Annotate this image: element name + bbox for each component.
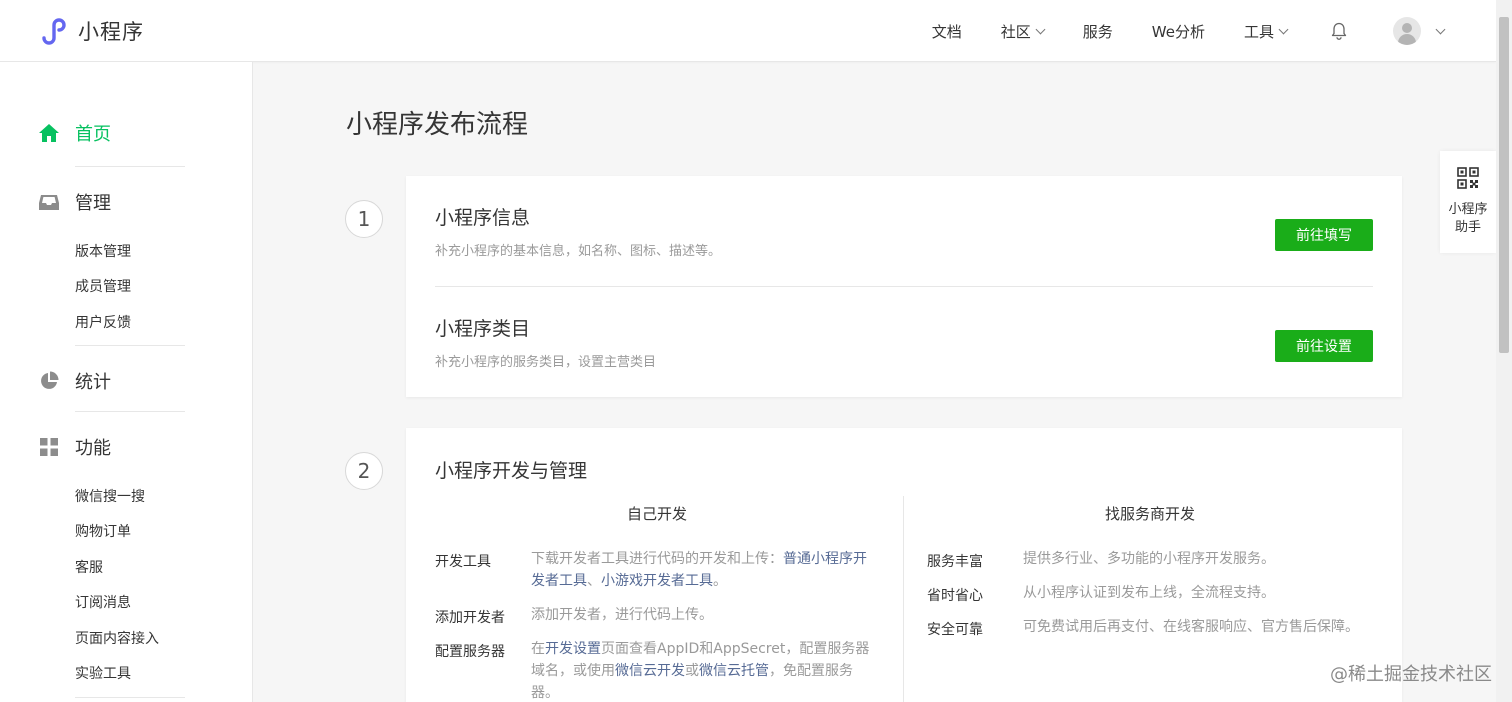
set-category-button[interactable]: 前往设置 — [1275, 330, 1373, 362]
dev-manage-title: 小程序开发与管理 — [435, 460, 588, 482]
provider-save-time-label: 省时省心 — [927, 588, 983, 604]
logo[interactable]: 小程序 — [38, 16, 144, 46]
sidebar-divider — [75, 697, 185, 698]
fill-info-button[interactable]: 前往填写 — [1275, 219, 1373, 251]
mini-game-devtools-link[interactable]: 小游戏开发者工具 — [601, 573, 713, 589]
sidebar-item-features-label: 功能 — [75, 438, 111, 459]
sidebar-item-wechat-search[interactable]: 微信搜一搜 — [75, 486, 145, 506]
sidebar-divider — [75, 166, 185, 167]
provider-secure-desc: 可免费试用后再支付、在线客服响应、官方售后保障。 — [1023, 619, 1359, 635]
chevron-down-icon — [1035, 24, 1046, 34]
chevron-down-icon[interactable] — [1435, 24, 1446, 34]
nav-services-label: 服务 — [1082, 22, 1113, 41]
mini-program-logo-icon — [42, 18, 66, 45]
logo-text: 小程序 — [78, 20, 144, 44]
scrollbar[interactable] — [1496, 0, 1512, 702]
step1-card: 小程序信息 补充小程序的基本信息，如名称、图标、描述等。 前往填写 小程序类目 … — [406, 176, 1402, 397]
sidebar-item-stats[interactable]: 统计 — [38, 368, 111, 394]
sidebar-item-manage-label: 管理 — [75, 193, 111, 214]
sidebar-item-member-manage[interactable]: 成员管理 — [75, 276, 131, 296]
category-title: 小程序类目 — [435, 318, 531, 340]
add-developer-label: 添加开发者 — [435, 610, 505, 626]
info-title: 小程序信息 — [435, 207, 531, 229]
provider-rich-label: 服务丰富 — [927, 554, 983, 570]
wechat-cloud-dev-link[interactable]: 微信云开发 — [615, 663, 685, 679]
step-number-2: 2 — [345, 452, 383, 490]
sidebar-item-features[interactable]: 功能 — [38, 434, 111, 460]
watermark: @稀土掘金技术社区 — [1330, 664, 1492, 685]
nav-community[interactable]: 社区 — [1000, 21, 1046, 42]
nav-services[interactable]: 服务 — [1083, 21, 1113, 42]
page-title: 小程序发布流程 — [346, 110, 529, 140]
sidebar-item-shopping-orders[interactable]: 购物订单 — [75, 521, 131, 541]
nav-tools[interactable]: 工具 — [1243, 21, 1289, 42]
provider-rich-desc: 提供多行业、多功能的小程序开发服务。 — [1023, 551, 1275, 567]
sidebar-item-manage[interactable]: 管理 — [38, 189, 111, 215]
inbox-icon — [38, 191, 60, 213]
config-server-label: 配置服务器 — [435, 644, 505, 660]
nav-we-analytics[interactable]: We分析 — [1152, 21, 1205, 42]
sidebar-item-lab-tools[interactable]: 实验工具 — [75, 663, 131, 683]
scrollbar-thumb[interactable] — [1499, 17, 1509, 353]
sidebar-divider — [75, 345, 185, 346]
assistant-label: 小程序助手 — [1448, 202, 1488, 235]
pie-chart-icon — [38, 370, 60, 392]
qr-code-icon — [1457, 167, 1479, 189]
sidebar-item-customer-service[interactable]: 客服 — [75, 557, 103, 577]
sidebar-item-user-feedback[interactable]: 用户反馈 — [75, 312, 131, 332]
dev-tools-label: 开发工具 — [435, 554, 491, 570]
sidebar: 首页 管理 版本管理 成员管理 用户反馈 统计 功能 微信搜一搜 购物订单 客服… — [0, 62, 253, 702]
category-desc: 补充小程序的服务类目，设置主营类目 — [435, 355, 657, 370]
self-dev-heading: 自己开发 — [626, 505, 687, 523]
add-developer-desc: 添加开发者，进行代码上传。 — [531, 607, 713, 623]
nav-we-analytics-label: We分析 — [1151, 22, 1205, 41]
nav-docs[interactable]: 文档 — [932, 21, 962, 42]
provider-secure-label: 安全可靠 — [927, 622, 983, 638]
provider-save-time-desc: 从小程序认证到发布上线，全流程支持。 — [1023, 585, 1275, 601]
avatar[interactable] — [1393, 17, 1421, 45]
sidebar-item-home[interactable]: 首页 — [38, 120, 111, 146]
server-text-1: 在 — [531, 641, 545, 657]
sidebar-item-subscribe-message[interactable]: 订阅消息 — [75, 592, 131, 612]
nav-community-label: 社区 — [1000, 22, 1031, 41]
card-divider — [435, 286, 1373, 287]
grid-icon — [38, 436, 60, 458]
step-number-1: 1 — [345, 200, 383, 238]
top-header: 小程序 文档 社区 服务 We分析 工具 — [0, 0, 1496, 62]
config-server-desc: 在开发设置页面查看AppID和AppSecret，配置服务器域名，或使用微信云开… — [531, 638, 876, 702]
sidebar-item-version-manage[interactable]: 版本管理 — [75, 241, 131, 261]
bell-icon[interactable] — [1329, 21, 1349, 41]
step2-card: 小程序开发与管理 自己开发 找服务商开发 开发工具 下载开发者工具进行代码的开发… — [406, 428, 1402, 702]
info-desc: 补充小程序的基本信息，如名称、图标、描述等。 — [435, 244, 722, 259]
sidebar-item-stats-label: 统计 — [75, 372, 111, 393]
dev-tools-desc: 下载开发者工具进行代码的开发和上传：普通小程序开发者工具、小游戏开发者工具。 — [531, 548, 876, 592]
nav-docs-label: 文档 — [931, 22, 962, 41]
top-nav: 文档 社区 服务 We分析 工具 — [893, 0, 1446, 62]
provider-dev-heading: 找服务商开发 — [1104, 505, 1195, 523]
dev-tools-end: 。 — [713, 573, 727, 589]
sidebar-item-page-content[interactable]: 页面内容接入 — [75, 628, 159, 648]
mini-program-assistant[interactable]: 小程序助手 — [1440, 151, 1496, 253]
dev-tools-text: 下载开发者工具进行代码的开发和上传： — [531, 551, 783, 567]
sidebar-divider — [75, 411, 185, 412]
dev-settings-link[interactable]: 开发设置 — [545, 641, 601, 657]
server-text-3: 或 — [685, 663, 699, 679]
column-divider — [903, 496, 904, 702]
wechat-cloud-hosting-link[interactable]: 微信云托管 — [699, 663, 769, 679]
nav-tools-label: 工具 — [1243, 22, 1274, 41]
chevron-down-icon — [1278, 24, 1289, 34]
sidebar-item-home-label: 首页 — [75, 124, 111, 145]
dev-tools-separator: 、 — [587, 573, 601, 589]
home-icon — [38, 122, 60, 144]
